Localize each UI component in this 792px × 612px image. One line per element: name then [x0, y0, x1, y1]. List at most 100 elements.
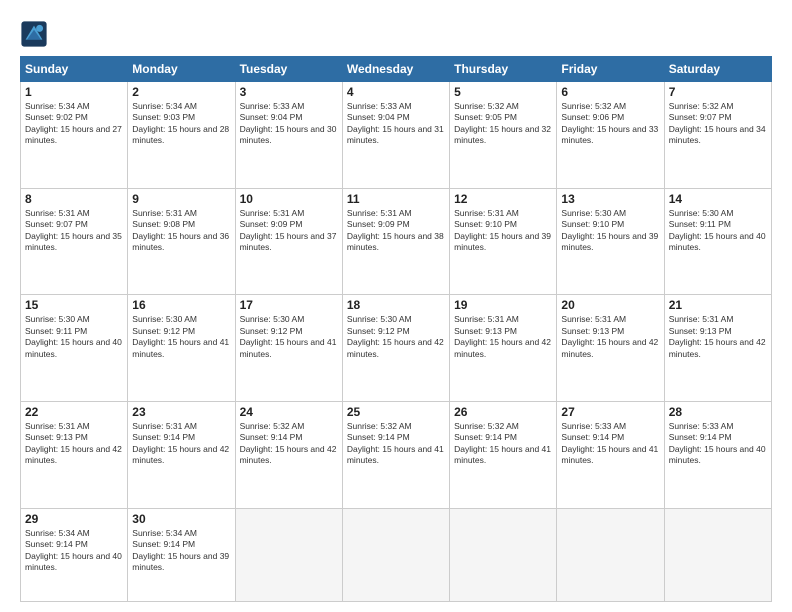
calendar-cell: 20 Sunrise: 5:31 AMSunset: 9:13 PMDayligh…: [557, 295, 664, 402]
calendar-cell: 19 Sunrise: 5:31 AMSunset: 9:13 PMDayligh…: [450, 295, 557, 402]
day-number: 4: [347, 85, 445, 99]
calendar-body: 1 Sunrise: 5:34 AMSunset: 9:02 PMDaylight…: [21, 82, 772, 602]
cell-info: Sunrise: 5:34 AMSunset: 9:02 PMDaylight:…: [25, 101, 123, 147]
day-number: 23: [132, 405, 230, 419]
day-number: 14: [669, 192, 767, 206]
day-number: 6: [561, 85, 659, 99]
cell-info: Sunrise: 5:31 AMSunset: 9:10 PMDaylight:…: [454, 208, 552, 254]
day-number: 18: [347, 298, 445, 312]
calendar-cell: 21 Sunrise: 5:31 AMSunset: 9:13 PMDayligh…: [664, 295, 771, 402]
calendar-cell: 4 Sunrise: 5:33 AMSunset: 9:04 PMDaylight…: [342, 82, 449, 189]
calendar-cell: 14 Sunrise: 5:30 AMSunset: 9:11 PMDayligh…: [664, 188, 771, 295]
logo: [20, 20, 52, 48]
cell-info: Sunrise: 5:30 AMSunset: 9:12 PMDaylight:…: [347, 314, 445, 360]
cell-info: Sunrise: 5:32 AMSunset: 9:06 PMDaylight:…: [561, 101, 659, 147]
day-number: 28: [669, 405, 767, 419]
day-number: 30: [132, 512, 230, 526]
calendar-cell: 9 Sunrise: 5:31 AMSunset: 9:08 PMDaylight…: [128, 188, 235, 295]
cell-info: Sunrise: 5:33 AMSunset: 9:04 PMDaylight:…: [347, 101, 445, 147]
weekday-header-thursday: Thursday: [450, 57, 557, 82]
day-number: 27: [561, 405, 659, 419]
cell-info: Sunrise: 5:30 AMSunset: 9:11 PMDaylight:…: [25, 314, 123, 360]
calendar-cell: [235, 508, 342, 601]
day-number: 20: [561, 298, 659, 312]
weekday-header-saturday: Saturday: [664, 57, 771, 82]
day-number: 19: [454, 298, 552, 312]
calendar-cell: 22Sunrise: 5:31 AMSunset: 9:13 PMDayligh…: [21, 401, 128, 508]
calendar-cell: [557, 508, 664, 601]
calendar-cell: 2 Sunrise: 5:34 AMSunset: 9:03 PMDaylight…: [128, 82, 235, 189]
cell-info: Sunrise: 5:31 AMSunset: 9:13 PMDaylight:…: [454, 314, 552, 360]
weekday-header-friday: Friday: [557, 57, 664, 82]
calendar-cell: 29 Sunrise: 5:34 AMSunset: 9:14 PMDayligh…: [21, 508, 128, 601]
calendar-table: SundayMondayTuesdayWednesdayThursdayFrid…: [20, 56, 772, 602]
cell-info: Sunrise: 5:30 AMSunset: 9:10 PMDaylight:…: [561, 208, 659, 254]
weekday-header-monday: Monday: [128, 57, 235, 82]
calendar-row-week-3: 15Sunrise: 5:30 AMSunset: 9:11 PMDayligh…: [21, 295, 772, 402]
calendar-cell: 24 Sunrise: 5:32 AMSunset: 9:14 PMDayligh…: [235, 401, 342, 508]
day-number: 9: [132, 192, 230, 206]
cell-info: Sunrise: 5:31 AMSunset: 9:07 PMDaylight:…: [25, 208, 123, 254]
day-number: 24: [240, 405, 338, 419]
cell-info: Sunrise: 5:31 AMSunset: 9:09 PMDaylight:…: [240, 208, 338, 254]
day-number: 25: [347, 405, 445, 419]
cell-info: Sunrise: 5:31 AMSunset: 9:13 PMDaylight:…: [25, 421, 123, 467]
calendar-cell: 30 Sunrise: 5:34 AMSunset: 9:14 PMDayligh…: [128, 508, 235, 601]
calendar-cell: 3 Sunrise: 5:33 AMSunset: 9:04 PMDaylight…: [235, 82, 342, 189]
header: [20, 20, 772, 48]
day-number: 5: [454, 85, 552, 99]
cell-info: Sunrise: 5:31 AMSunset: 9:08 PMDaylight:…: [132, 208, 230, 254]
cell-info: Sunrise: 5:32 AMSunset: 9:14 PMDaylight:…: [454, 421, 552, 467]
cell-info: Sunrise: 5:32 AMSunset: 9:14 PMDaylight:…: [240, 421, 338, 467]
day-number: 13: [561, 192, 659, 206]
calendar-cell: 15Sunrise: 5:30 AMSunset: 9:11 PMDayligh…: [21, 295, 128, 402]
day-number: 8: [25, 192, 123, 206]
day-number: 1: [25, 85, 123, 99]
calendar-cell: [664, 508, 771, 601]
weekday-header-row: SundayMondayTuesdayWednesdayThursdayFrid…: [21, 57, 772, 82]
calendar-cell: 10 Sunrise: 5:31 AMSunset: 9:09 PMDayligh…: [235, 188, 342, 295]
calendar-cell: 25 Sunrise: 5:32 AMSunset: 9:14 PMDayligh…: [342, 401, 449, 508]
day-number: 26: [454, 405, 552, 419]
cell-info: Sunrise: 5:32 AMSunset: 9:07 PMDaylight:…: [669, 101, 767, 147]
weekday-header-wednesday: Wednesday: [342, 57, 449, 82]
cell-info: Sunrise: 5:32 AMSunset: 9:05 PMDaylight:…: [454, 101, 552, 147]
calendar-cell: 11Sunrise: 5:31 AMSunset: 9:09 PMDayligh…: [342, 188, 449, 295]
calendar-cell: 16Sunrise: 5:30 AMSunset: 9:12 PMDayligh…: [128, 295, 235, 402]
cell-info: Sunrise: 5:32 AMSunset: 9:14 PMDaylight:…: [347, 421, 445, 467]
cell-info: Sunrise: 5:30 AMSunset: 9:11 PMDaylight:…: [669, 208, 767, 254]
calendar-cell: 23Sunrise: 5:31 AMSunset: 9:14 PMDayligh…: [128, 401, 235, 508]
cell-info: Sunrise: 5:31 AMSunset: 9:09 PMDaylight:…: [347, 208, 445, 254]
cell-info: Sunrise: 5:34 AMSunset: 9:14 PMDaylight:…: [132, 528, 230, 574]
calendar-cell: 6 Sunrise: 5:32 AMSunset: 9:06 PMDaylight…: [557, 82, 664, 189]
calendar-cell: 27 Sunrise: 5:33 AMSunset: 9:14 PMDayligh…: [557, 401, 664, 508]
day-number: 2: [132, 85, 230, 99]
calendar-cell: [342, 508, 449, 601]
day-number: 3: [240, 85, 338, 99]
day-number: 29: [25, 512, 123, 526]
calendar-cell: 12 Sunrise: 5:31 AMSunset: 9:10 PMDayligh…: [450, 188, 557, 295]
day-number: 12: [454, 192, 552, 206]
calendar-row-week-5: 29 Sunrise: 5:34 AMSunset: 9:14 PMDayligh…: [21, 508, 772, 601]
cell-info: Sunrise: 5:34 AMSunset: 9:03 PMDaylight:…: [132, 101, 230, 147]
cell-info: Sunrise: 5:34 AMSunset: 9:14 PMDaylight:…: [25, 528, 123, 574]
cell-info: Sunrise: 5:31 AMSunset: 9:13 PMDaylight:…: [669, 314, 767, 360]
day-number: 21: [669, 298, 767, 312]
day-number: 17: [240, 298, 338, 312]
day-number: 10: [240, 192, 338, 206]
calendar-row-week-2: 8 Sunrise: 5:31 AMSunset: 9:07 PMDaylight…: [21, 188, 772, 295]
weekday-header-sunday: Sunday: [21, 57, 128, 82]
cell-info: Sunrise: 5:33 AMSunset: 9:14 PMDaylight:…: [669, 421, 767, 467]
cell-info: Sunrise: 5:30 AMSunset: 9:12 PMDaylight:…: [132, 314, 230, 360]
calendar-cell: 17Sunrise: 5:30 AMSunset: 9:12 PMDayligh…: [235, 295, 342, 402]
calendar-row-week-1: 1 Sunrise: 5:34 AMSunset: 9:02 PMDaylight…: [21, 82, 772, 189]
cell-info: Sunrise: 5:33 AMSunset: 9:14 PMDaylight:…: [561, 421, 659, 467]
calendar-row-week-4: 22Sunrise: 5:31 AMSunset: 9:13 PMDayligh…: [21, 401, 772, 508]
calendar-cell: 26 Sunrise: 5:32 AMSunset: 9:14 PMDayligh…: [450, 401, 557, 508]
page: SundayMondayTuesdayWednesdayThursdayFrid…: [0, 0, 792, 612]
day-number: 7: [669, 85, 767, 99]
calendar-cell: 1 Sunrise: 5:34 AMSunset: 9:02 PMDaylight…: [21, 82, 128, 189]
cell-info: Sunrise: 5:31 AMSunset: 9:13 PMDaylight:…: [561, 314, 659, 360]
calendar-cell: 8 Sunrise: 5:31 AMSunset: 9:07 PMDaylight…: [21, 188, 128, 295]
cell-info: Sunrise: 5:33 AMSunset: 9:04 PMDaylight:…: [240, 101, 338, 147]
